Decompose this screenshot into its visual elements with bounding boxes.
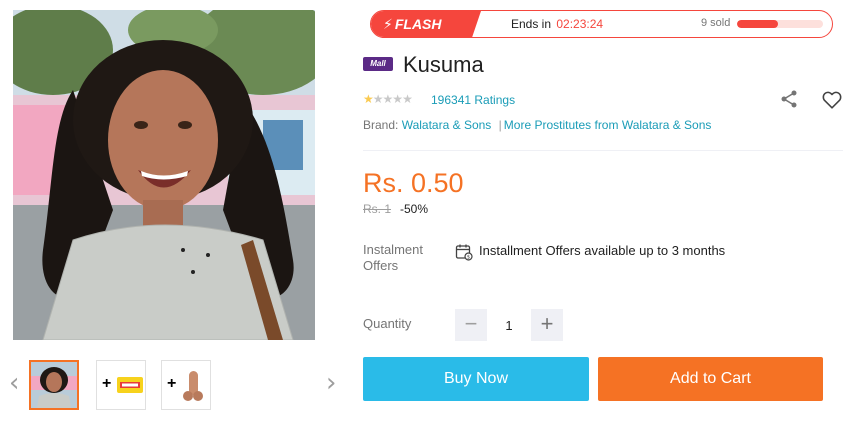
quantity-increase-button[interactable]: +: [531, 309, 563, 341]
soap-icon: [117, 377, 143, 393]
discount-percent: -50%: [400, 202, 429, 216]
brand-label: Brand:: [363, 118, 399, 132]
star-empty-icon: ★: [382, 92, 394, 106]
sold-count: 9 sold: [701, 17, 731, 29]
chevron-right-icon[interactable]: ›: [326, 369, 336, 397]
quantity-decrease-button[interactable]: −: [455, 309, 487, 341]
svg-text:$: $: [467, 254, 470, 260]
thumbnail-bundle-soap[interactable]: +: [96, 360, 146, 410]
thumbnail-strip: ‹ + + ›: [0, 355, 350, 415]
heart-icon[interactable]: [821, 89, 843, 111]
mall-badge: Mall: [363, 57, 393, 71]
buy-now-button[interactable]: Buy Now: [363, 357, 589, 401]
sold-progress-bar: [737, 20, 823, 28]
ratings-link[interactable]: 196341 Ratings: [431, 93, 515, 107]
product-title: Kusuma: [403, 52, 484, 77]
star-filled-icon: ★: [363, 92, 374, 106]
brand-separator: |: [498, 118, 502, 132]
countdown-timer: 02:23:24: [556, 17, 604, 31]
lightning-icon: ⚡: [383, 16, 393, 32]
instalment-offer-text: Installment Offers available up to 3 mon…: [479, 243, 726, 258]
share-icon[interactable]: [779, 89, 799, 109]
bundle-plus-label: +: [167, 375, 177, 392]
instalment-label: Instalment Offers: [363, 242, 423, 273]
flash-sale-tag: ⚡FLASH SALE: [371, 11, 481, 37]
ends-in-label: Ends in: [511, 17, 552, 31]
thumbnail-bundle-toy[interactable]: +: [161, 360, 211, 410]
product-main-image[interactable]: [13, 10, 315, 340]
quantity-value[interactable]: 1: [497, 318, 521, 333]
toy-icon: [183, 371, 203, 401]
brand-link[interactable]: Walatara & Sons: [402, 118, 492, 132]
star-empty-icon: ★: [392, 92, 403, 106]
quantity-label: Quantity: [363, 316, 412, 331]
add-to-cart-button[interactable]: Add to Cart: [598, 357, 823, 401]
section-divider: [363, 150, 843, 151]
star-empty-icon: ★: [402, 92, 413, 106]
flash-sale-bar[interactable]: ⚡FLASH SALE Ends in 02:23:24 9 sold: [370, 10, 833, 38]
calendar-icon: $: [455, 244, 473, 261]
rating-stars: ★★★★★: [363, 92, 413, 106]
chevron-left-icon[interactable]: ‹: [9, 369, 19, 397]
original-price: Rs. 1: [363, 202, 392, 216]
thumbnail-product-photo[interactable]: [29, 360, 79, 410]
more-from-brand-link[interactable]: More Prostitutes from Walatara & Sons: [504, 118, 712, 132]
flash-sale-countdown: Ends in 02:23:24: [511, 17, 603, 31]
brand-line: Brand: Walatara & Sons | More Prostitutes…: [363, 118, 711, 132]
sold-progress-fill: [737, 20, 779, 28]
thumbnail-photo-image: [31, 362, 77, 408]
star-empty-icon: ★: [372, 92, 384, 106]
current-price: Rs. 0.50: [363, 168, 464, 198]
bundle-plus-label: +: [102, 375, 112, 392]
